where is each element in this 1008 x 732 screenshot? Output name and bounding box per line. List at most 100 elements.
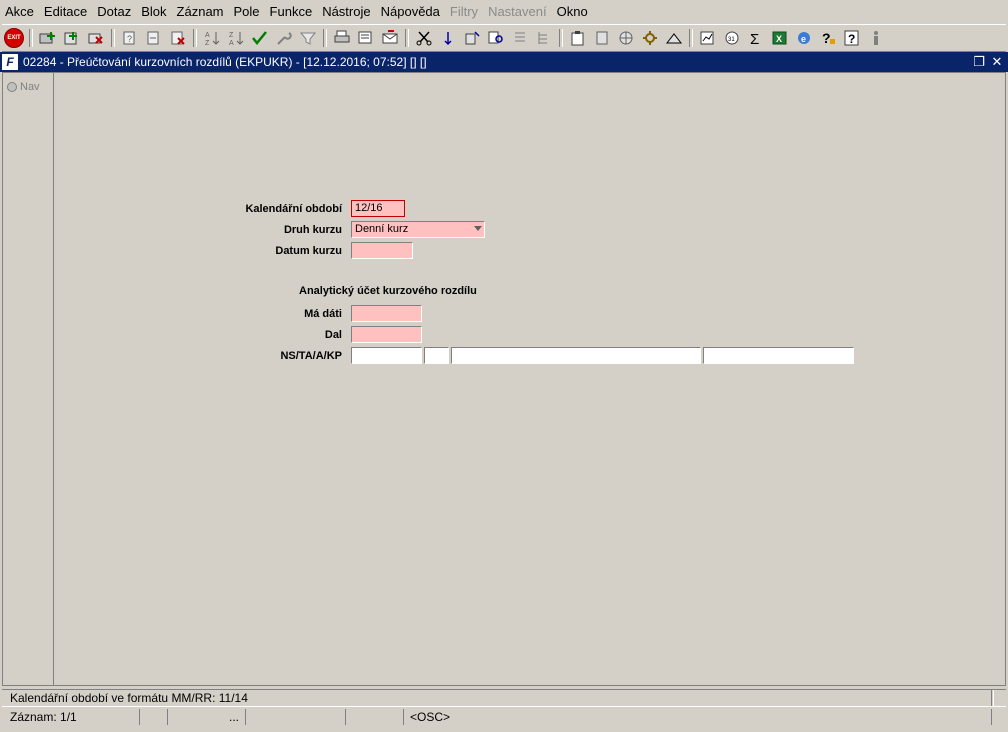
svg-text:A: A xyxy=(205,32,210,39)
nav-label: Nav xyxy=(20,81,40,93)
menu-blok[interactable]: Blok xyxy=(136,0,171,24)
clipboard-icon[interactable] xyxy=(567,27,590,49)
mail-icon[interactable] xyxy=(379,27,402,49)
excel-icon[interactable]: X xyxy=(769,27,792,49)
nav-tab[interactable]: Nav xyxy=(7,81,40,93)
triangle-icon[interactable] xyxy=(663,27,686,49)
chart-icon[interactable] xyxy=(697,27,720,49)
menu-akce[interactable]: Akce xyxy=(0,0,39,24)
svg-text:31: 31 xyxy=(728,37,735,43)
status-cell xyxy=(140,709,168,725)
context-help-icon[interactable]: ? xyxy=(841,27,864,49)
status-dots: ... xyxy=(168,709,246,725)
kalendarni-obdobi-label: Kalendářní období xyxy=(245,203,342,215)
svg-text:e: e xyxy=(801,34,806,44)
sort-desc-icon[interactable]: ZA xyxy=(225,27,248,49)
chevron-down-icon[interactable] xyxy=(474,226,482,231)
list-icon[interactable] xyxy=(509,27,532,49)
window-controls: ❐ ✕ xyxy=(972,54,1004,70)
svg-text:A: A xyxy=(229,40,234,46)
info-icon[interactable] xyxy=(865,27,888,49)
search-icon[interactable] xyxy=(485,27,508,49)
settings-icon[interactable] xyxy=(639,27,662,49)
datum-kurzu-field[interactable] xyxy=(351,242,413,259)
svg-text:?: ? xyxy=(848,32,855,46)
window-title-bar: F 02284 - Přeúčtování kurzovních rozdílů… xyxy=(0,52,1008,72)
toolbar-separator xyxy=(29,29,33,47)
copy-icon[interactable] xyxy=(437,27,460,49)
svg-text:?: ? xyxy=(822,30,831,46)
toolbar-separator xyxy=(193,29,197,47)
ma-dati-field[interactable] xyxy=(351,305,422,322)
menu-zaznam[interactable]: Záznam xyxy=(172,0,229,24)
menu-bar: Akce Editace Dotaz Blok Záznam Pole Funk… xyxy=(0,0,1008,24)
status-cell xyxy=(346,709,404,725)
druh-kurzu-label: Druh kurzu xyxy=(283,224,342,236)
help-icon[interactable]: ? xyxy=(817,27,840,49)
insert-record-icon[interactable] xyxy=(61,27,84,49)
tools-icon[interactable] xyxy=(273,27,296,49)
print-icon[interactable] xyxy=(331,27,354,49)
window-title: 02284 - Přeúčtování kurzovních rozdílů (… xyxy=(23,55,427,69)
delete-record-icon[interactable] xyxy=(85,27,108,49)
status-divider xyxy=(991,690,994,706)
toolbar-separator xyxy=(559,29,563,47)
enter-query-icon[interactable]: ? xyxy=(119,27,142,49)
dal-field[interactable] xyxy=(351,326,422,343)
menu-filtry: Filtry xyxy=(449,4,479,19)
toolbar-separator xyxy=(323,29,327,47)
ns-ta-a-kp-label: NS/TA/A/KP xyxy=(280,350,342,362)
menu-pole[interactable]: Pole xyxy=(229,0,265,24)
svg-text:Z: Z xyxy=(205,40,210,46)
ns-field[interactable] xyxy=(351,347,422,364)
kalendarni-obdobi-field[interactable]: 12/16 xyxy=(351,200,405,217)
sum-icon[interactable]: Σ xyxy=(745,27,768,49)
commit-check-icon[interactable] xyxy=(249,27,272,49)
globe-icon[interactable] xyxy=(615,27,638,49)
document-icon[interactable] xyxy=(591,27,614,49)
menu-napoveda[interactable]: Nápověda xyxy=(376,0,445,24)
sort-asc-icon[interactable]: AZ xyxy=(201,27,224,49)
menu-nastroje[interactable]: Nástroje xyxy=(317,0,375,24)
ie-icon[interactable]: e xyxy=(793,27,816,49)
kp-field[interactable] xyxy=(703,347,854,364)
svg-text:Z: Z xyxy=(229,32,234,39)
hint-bar: Kalendářní období ve formátu MM/RR: 11/1… xyxy=(2,689,1006,707)
toolbar-separator xyxy=(405,29,409,47)
exit-icon: EXIT xyxy=(4,28,24,48)
svg-text:Σ: Σ xyxy=(750,31,759,46)
save-icon[interactable] xyxy=(37,27,60,49)
druh-kurzu-select[interactable]: Denní kurz xyxy=(351,221,485,238)
section-title: Analytický účet kurzového rozdílu xyxy=(299,285,477,297)
close-icon[interactable]: ✕ xyxy=(990,54,1004,70)
ta-field[interactable] xyxy=(424,347,449,364)
radio-icon xyxy=(7,82,17,92)
print-preview-icon[interactable] xyxy=(355,27,378,49)
dal-label: Dal xyxy=(324,329,342,341)
toolbar: EXIT ? AZ ZA 31 Σ X e ? ? xyxy=(2,24,1006,52)
datum-kurzu-label: Datum kurzu xyxy=(275,245,342,257)
restore-icon[interactable]: ❐ xyxy=(972,54,986,70)
menu-okno[interactable]: Okno xyxy=(552,0,593,24)
filter-icon[interactable] xyxy=(297,27,320,49)
menu-dotaz[interactable]: Dotaz xyxy=(92,0,136,24)
a-field[interactable] xyxy=(451,347,701,364)
calendar-icon[interactable]: 31 xyxy=(721,27,744,49)
mode-indicator: <OSC> xyxy=(404,709,992,725)
menu-funkce[interactable]: Funkce xyxy=(265,0,318,24)
menu-editace[interactable]: Editace xyxy=(39,0,92,24)
exit-button[interactable]: EXIT xyxy=(3,27,26,49)
form-workspace: Nav Kalendářní období 12/16 Druh kurzu D… xyxy=(2,72,1006,686)
cut-icon[interactable] xyxy=(413,27,436,49)
menu-nastaveni: Nastavení xyxy=(488,4,547,19)
tree-icon[interactable] xyxy=(533,27,556,49)
ma-dati-label: Má dáti xyxy=(304,308,342,320)
paste-icon[interactable] xyxy=(461,27,484,49)
cancel-query-icon[interactable] xyxy=(167,27,190,49)
hint-text: Kalendářní období ve formátu MM/RR: 11/1… xyxy=(10,691,248,705)
execute-query-icon[interactable] xyxy=(143,27,166,49)
status-bar: Záznam: 1/1 ... <OSC> xyxy=(2,708,1006,726)
record-counter: Záznam: 1/1 xyxy=(2,709,140,725)
toolbar-separator xyxy=(111,29,115,47)
nav-panel: Nav xyxy=(3,73,54,685)
